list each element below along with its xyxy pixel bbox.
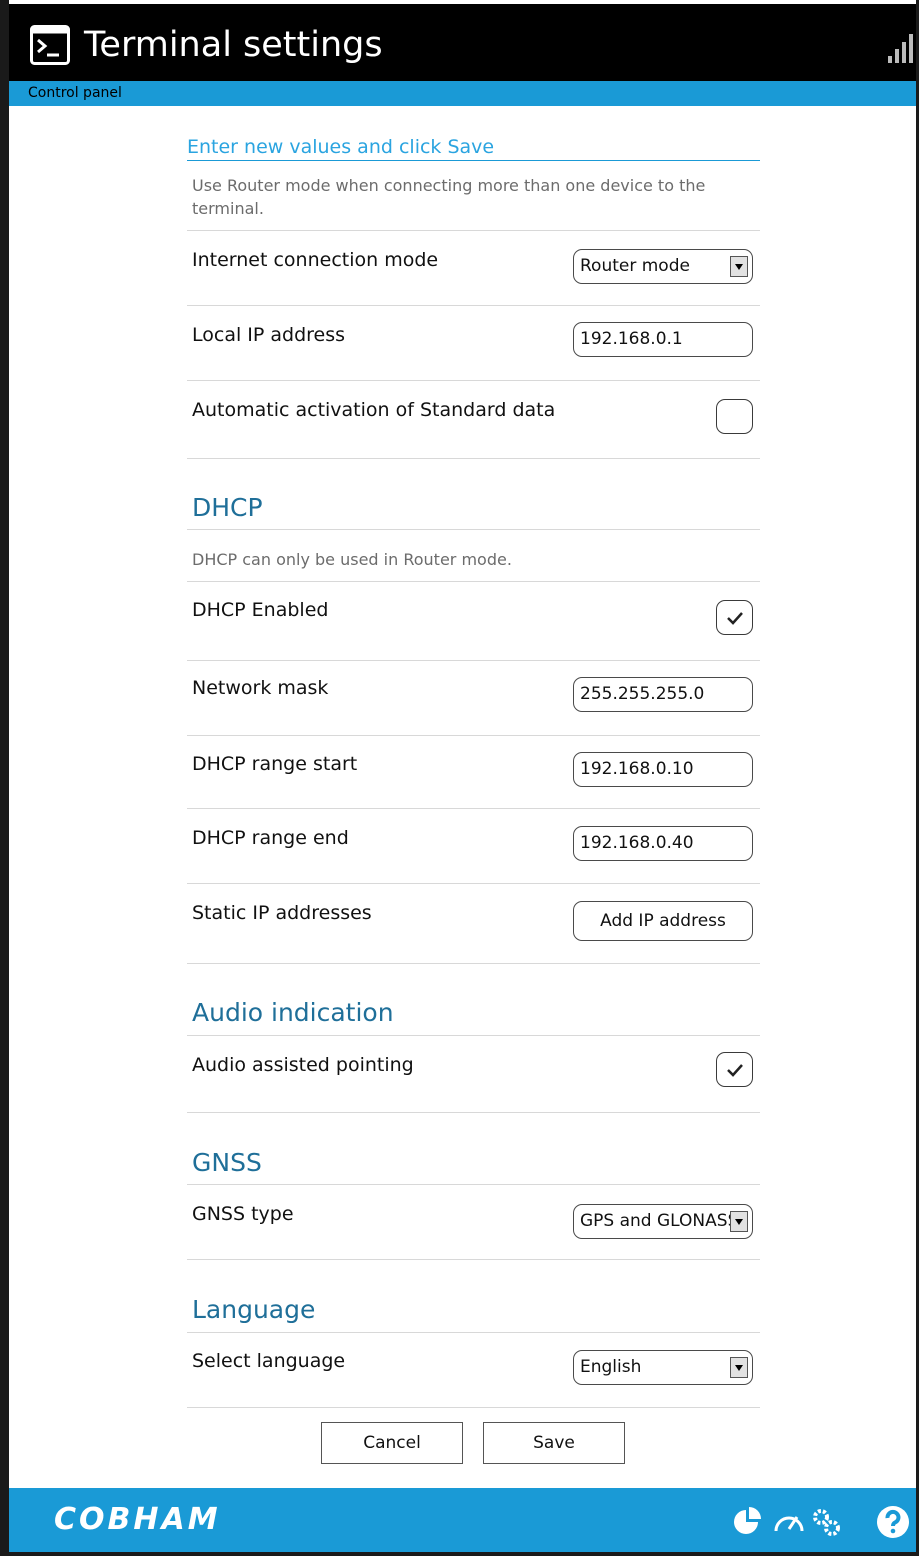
dhcp-enabled-label: DHCP Enabled bbox=[192, 599, 329, 621]
divider bbox=[187, 305, 760, 306]
dhcp-help: DHCP can only be used in Router mode. bbox=[192, 550, 512, 569]
audio-indication-heading: Audio indication bbox=[192, 998, 394, 1027]
add-ip-address-button[interactable]: Add IP address bbox=[573, 901, 753, 941]
select-language-label: Select language bbox=[192, 1350, 346, 1372]
network-mask-label: Network mask bbox=[192, 677, 329, 699]
divider bbox=[187, 1184, 760, 1185]
divider bbox=[187, 808, 760, 809]
chevron-down-icon bbox=[730, 256, 748, 277]
chevron-down-icon bbox=[730, 1211, 748, 1232]
app-footer: COBHAM bbox=[9, 1488, 916, 1552]
audio-pointing-checkbox[interactable] bbox=[716, 1052, 753, 1087]
divider bbox=[187, 230, 760, 231]
internet-mode-value: Router mode bbox=[580, 256, 690, 276]
auto-activation-label: Automatic activation of Standard data bbox=[192, 399, 556, 421]
gauge-icon[interactable] bbox=[772, 1505, 806, 1539]
cobham-logo: COBHAM bbox=[54, 1502, 221, 1537]
gnss-type-label: GNSS type bbox=[192, 1203, 294, 1225]
help-icon[interactable] bbox=[876, 1505, 910, 1539]
signal-strength-icon bbox=[888, 34, 913, 63]
dashboard-pie-icon[interactable] bbox=[731, 1505, 765, 1539]
divider bbox=[187, 529, 760, 530]
chevron-down-icon bbox=[730, 1357, 748, 1378]
breadcrumb-control-panel[interactable]: Control panel bbox=[28, 82, 122, 104]
auto-activation-checkbox[interactable] bbox=[716, 399, 753, 434]
divider bbox=[187, 660, 760, 661]
language-value: English bbox=[580, 1357, 642, 1377]
divider bbox=[187, 1407, 760, 1408]
app-header: Terminal settings bbox=[9, 4, 916, 81]
divider bbox=[187, 581, 760, 582]
gnss-type-select[interactable]: GPS and GLONASS bbox=[573, 1204, 753, 1239]
checkmark-icon bbox=[727, 1064, 743, 1077]
divider bbox=[187, 1332, 760, 1333]
audio-pointing-label: Audio assisted pointing bbox=[192, 1054, 414, 1076]
divider bbox=[187, 1035, 760, 1036]
internet-mode-label: Internet connection mode bbox=[192, 249, 439, 271]
divider bbox=[187, 883, 760, 884]
divider bbox=[187, 1259, 760, 1260]
window-frame-bottom bbox=[9, 1552, 916, 1556]
dhcp-range-end-label: DHCP range end bbox=[192, 827, 349, 849]
breadcrumb-bar: Control panel bbox=[9, 81, 916, 106]
divider bbox=[187, 380, 760, 381]
router-mode-help: Use Router mode when connecting more tha… bbox=[192, 176, 706, 218]
window-frame-left bbox=[0, 0, 9, 1556]
intro-heading: Enter new values and click Save bbox=[187, 134, 760, 161]
language-select[interactable]: English bbox=[573, 1350, 753, 1385]
language-heading: Language bbox=[192, 1295, 316, 1324]
gnss-type-value: GPS and GLONASS bbox=[580, 1211, 739, 1231]
divider bbox=[187, 735, 760, 736]
page-title: Terminal settings bbox=[84, 25, 383, 65]
checkmark-icon bbox=[727, 612, 743, 625]
settings-gears-icon[interactable] bbox=[809, 1505, 843, 1539]
divider bbox=[187, 458, 760, 459]
static-ip-label: Static IP addresses bbox=[192, 902, 372, 924]
dhcp-enabled-checkbox[interactable] bbox=[716, 600, 753, 635]
local-ip-input[interactable]: 192.168.0.1 bbox=[573, 322, 753, 357]
dhcp-range-start-input[interactable]: 192.168.0.10 bbox=[573, 752, 753, 787]
dhcp-heading: DHCP bbox=[192, 493, 263, 522]
cancel-button[interactable]: Cancel bbox=[321, 1422, 463, 1464]
dhcp-range-start-label: DHCP range start bbox=[192, 753, 358, 775]
divider bbox=[187, 1112, 760, 1113]
save-button[interactable]: Save bbox=[483, 1422, 625, 1464]
local-ip-label: Local IP address bbox=[192, 324, 346, 346]
internet-mode-select[interactable]: Router mode bbox=[573, 249, 753, 284]
terminal-icon bbox=[30, 25, 70, 65]
dhcp-range-end-input[interactable]: 192.168.0.40 bbox=[573, 826, 753, 861]
divider bbox=[187, 963, 760, 964]
gnss-heading: GNSS bbox=[192, 1148, 262, 1177]
network-mask-input[interactable]: 255.255.255.0 bbox=[573, 677, 753, 712]
